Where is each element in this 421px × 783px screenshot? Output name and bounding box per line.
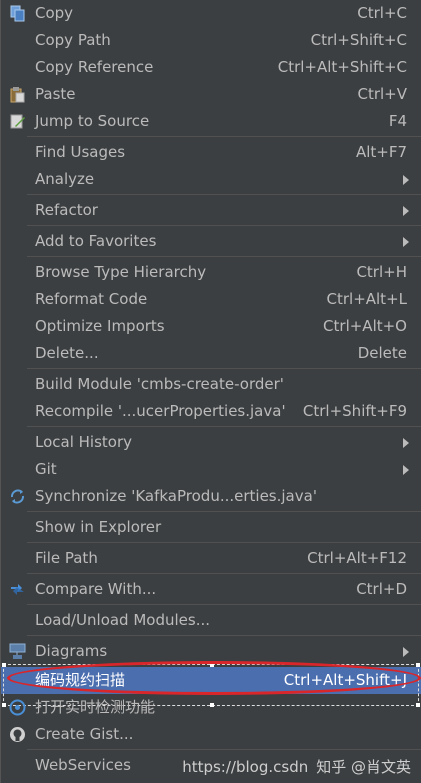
menu-item-load-unload-modules[interactable]: Load/Unload Modules... bbox=[1, 607, 421, 634]
menu-item-label: 编码规约扫描 bbox=[35, 671, 126, 689]
submenu-arrow-icon bbox=[403, 438, 409, 448]
menu-item-shortcut: Ctrl+Shift+C bbox=[310, 31, 407, 49]
copy-icon bbox=[10, 5, 25, 22]
menu-item-refactor[interactable]: Refactor bbox=[1, 197, 421, 224]
menu-item-show-in-explorer[interactable]: Show in Explorer bbox=[1, 514, 421, 541]
menu-item-label: Copy bbox=[35, 4, 74, 22]
menu-item-jump-to-source[interactable]: Jump to Source F4 bbox=[1, 108, 421, 135]
menu-item-paste[interactable]: Paste Ctrl+V bbox=[1, 81, 421, 108]
menu-item-diagrams[interactable]: Diagrams bbox=[1, 638, 421, 665]
menu-separator bbox=[27, 194, 421, 195]
menu-item-local-history[interactable]: Local History bbox=[1, 429, 421, 456]
menu-item-label: Load/Unload Modules... bbox=[35, 611, 211, 629]
menu-separator bbox=[27, 225, 421, 226]
menu-item-compare-with[interactable]: Compare With... Ctrl+D bbox=[1, 576, 421, 603]
menu-item-label: Refactor bbox=[35, 201, 98, 219]
sync-icon bbox=[11, 489, 24, 504]
menu-item-label: Diagrams bbox=[35, 642, 108, 660]
menu-item-copy-path[interactable]: Copy Path Ctrl+Shift+C bbox=[1, 27, 421, 54]
menu-item-shortcut: Ctrl+Alt+F12 bbox=[307, 549, 407, 567]
menu-item-label: Reformat Code bbox=[35, 290, 148, 308]
menu-separator bbox=[27, 749, 421, 750]
menu-item-shortcut: Ctrl+D bbox=[356, 580, 407, 598]
menu-item-label: Synchronize 'KafkaProdu...erties.java' bbox=[35, 487, 317, 505]
menu-item-browse-type-hierarchy[interactable]: Browse Type Hierarchy Ctrl+H bbox=[1, 259, 421, 286]
menu-item-label: Local History bbox=[35, 433, 133, 451]
menu-item-recompile[interactable]: Recompile '...ucerProperties.java' Ctrl+… bbox=[1, 398, 421, 425]
menu-item-label: Optimize Imports bbox=[35, 317, 165, 335]
menu-separator bbox=[27, 368, 421, 369]
menu-item-label: Add to Favorites bbox=[35, 232, 157, 250]
menu-item-create-gist[interactable]: Create Gist... bbox=[1, 721, 421, 748]
menu-item-delete[interactable]: Delete... Delete bbox=[1, 340, 421, 367]
menu-item-add-to-favorites[interactable]: Add to Favorites bbox=[1, 228, 421, 255]
context-menu: Copy Ctrl+C Copy Path Ctrl+Shift+C Copy … bbox=[0, 0, 421, 783]
menu-item-code-scan[interactable]: 编码规约扫描 Ctrl+Alt+Shift+J bbox=[1, 661, 421, 707]
submenu-arrow-icon bbox=[403, 206, 409, 216]
menu-item-shortcut: Ctrl+Alt+Shift+C bbox=[277, 58, 407, 76]
menu-item-label: Show in Explorer bbox=[35, 518, 162, 536]
menu-item-label: 打开实时检测功能 bbox=[35, 698, 156, 716]
menu-item-shortcut: Ctrl+H bbox=[356, 263, 407, 281]
menu-item-git[interactable]: Git bbox=[1, 456, 421, 483]
menu-item-file-path[interactable]: File Path Ctrl+Alt+F12 bbox=[1, 545, 421, 572]
menu-item-shortcut: Ctrl+Alt+Shift+J bbox=[283, 671, 407, 689]
submenu-arrow-icon bbox=[403, 465, 409, 475]
menu-item-label: Compare With... bbox=[35, 580, 157, 598]
menu-item-label: Create Gist... bbox=[35, 725, 134, 743]
menu-separator bbox=[27, 511, 421, 512]
menu-item-label: Delete... bbox=[35, 344, 99, 362]
menu-item-label: Find Usages bbox=[35, 143, 126, 161]
menu-item-shortcut: Ctrl+C bbox=[357, 4, 407, 22]
menu-item-reformat-code[interactable]: Reformat Code Ctrl+Alt+L bbox=[1, 286, 421, 313]
menu-item-shortcut: Ctrl+Shift+F9 bbox=[302, 402, 407, 420]
menu-item-realtime-detect[interactable]: 打开实时检测功能 bbox=[1, 694, 421, 721]
submenu-arrow-icon bbox=[403, 175, 409, 185]
menu-separator bbox=[27, 256, 421, 257]
menu-separator bbox=[27, 604, 421, 605]
menu-item-label: Browse Type Hierarchy bbox=[35, 263, 207, 281]
menu-item-copy-reference[interactable]: Copy Reference Ctrl+Alt+Shift+C bbox=[1, 54, 421, 81]
menu-item-find-usages[interactable]: Find Usages Alt+F7 bbox=[1, 139, 421, 166]
menu-item-label: File Path bbox=[35, 549, 98, 567]
menu-item-shortcut: Alt+F7 bbox=[355, 143, 407, 161]
menu-item-copy[interactable]: Copy Ctrl+C bbox=[1, 0, 421, 27]
menu-item-analyze[interactable]: Analyze bbox=[1, 166, 421, 193]
menu-item-optimize-imports[interactable]: Optimize Imports Ctrl+Alt+O bbox=[1, 313, 421, 340]
menu-item-label: Git bbox=[35, 460, 57, 478]
menu-separator bbox=[27, 635, 421, 636]
menu-item-label: Copy Reference bbox=[35, 58, 154, 76]
menu-separator bbox=[27, 136, 421, 137]
menu-item-label: Jump to Source bbox=[35, 112, 150, 130]
menu-item-build-module[interactable]: Build Module 'cmbs-create-order' bbox=[1, 371, 421, 398]
menu-item-label: Paste bbox=[35, 85, 76, 103]
compare-icon bbox=[11, 584, 24, 595]
edit-icon bbox=[10, 114, 25, 129]
menu-item-shortcut: Delete bbox=[357, 344, 407, 362]
menu-item-shortcut: Ctrl+Alt+L bbox=[326, 290, 408, 308]
menu-item-label: Build Module 'cmbs-create-order' bbox=[35, 375, 284, 393]
submenu-arrow-icon bbox=[403, 237, 409, 247]
submenu-arrow-icon bbox=[403, 647, 409, 657]
menu-separator bbox=[27, 573, 421, 574]
menu-item-label: Analyze bbox=[35, 170, 95, 188]
menu-separator bbox=[27, 542, 421, 543]
menu-item-shortcut: F4 bbox=[388, 112, 407, 130]
menu-item-label: Recompile '...ucerProperties.java' bbox=[35, 402, 286, 420]
menu-item-webservices[interactable]: WebServices bbox=[1, 752, 421, 779]
diagram-icon bbox=[9, 643, 26, 659]
menu-separator bbox=[27, 426, 421, 427]
menu-item-shortcut: Ctrl+V bbox=[357, 85, 407, 103]
menu-item-synchronize[interactable]: Synchronize 'KafkaProdu...erties.java' bbox=[1, 483, 421, 510]
menu-item-shortcut: Ctrl+Alt+O bbox=[323, 317, 407, 335]
detect-icon bbox=[9, 699, 26, 716]
menu-item-label: Copy Path bbox=[35, 31, 111, 49]
menu-item-label: WebServices bbox=[35, 756, 131, 774]
github-icon bbox=[10, 727, 25, 742]
paste-icon bbox=[10, 87, 25, 103]
